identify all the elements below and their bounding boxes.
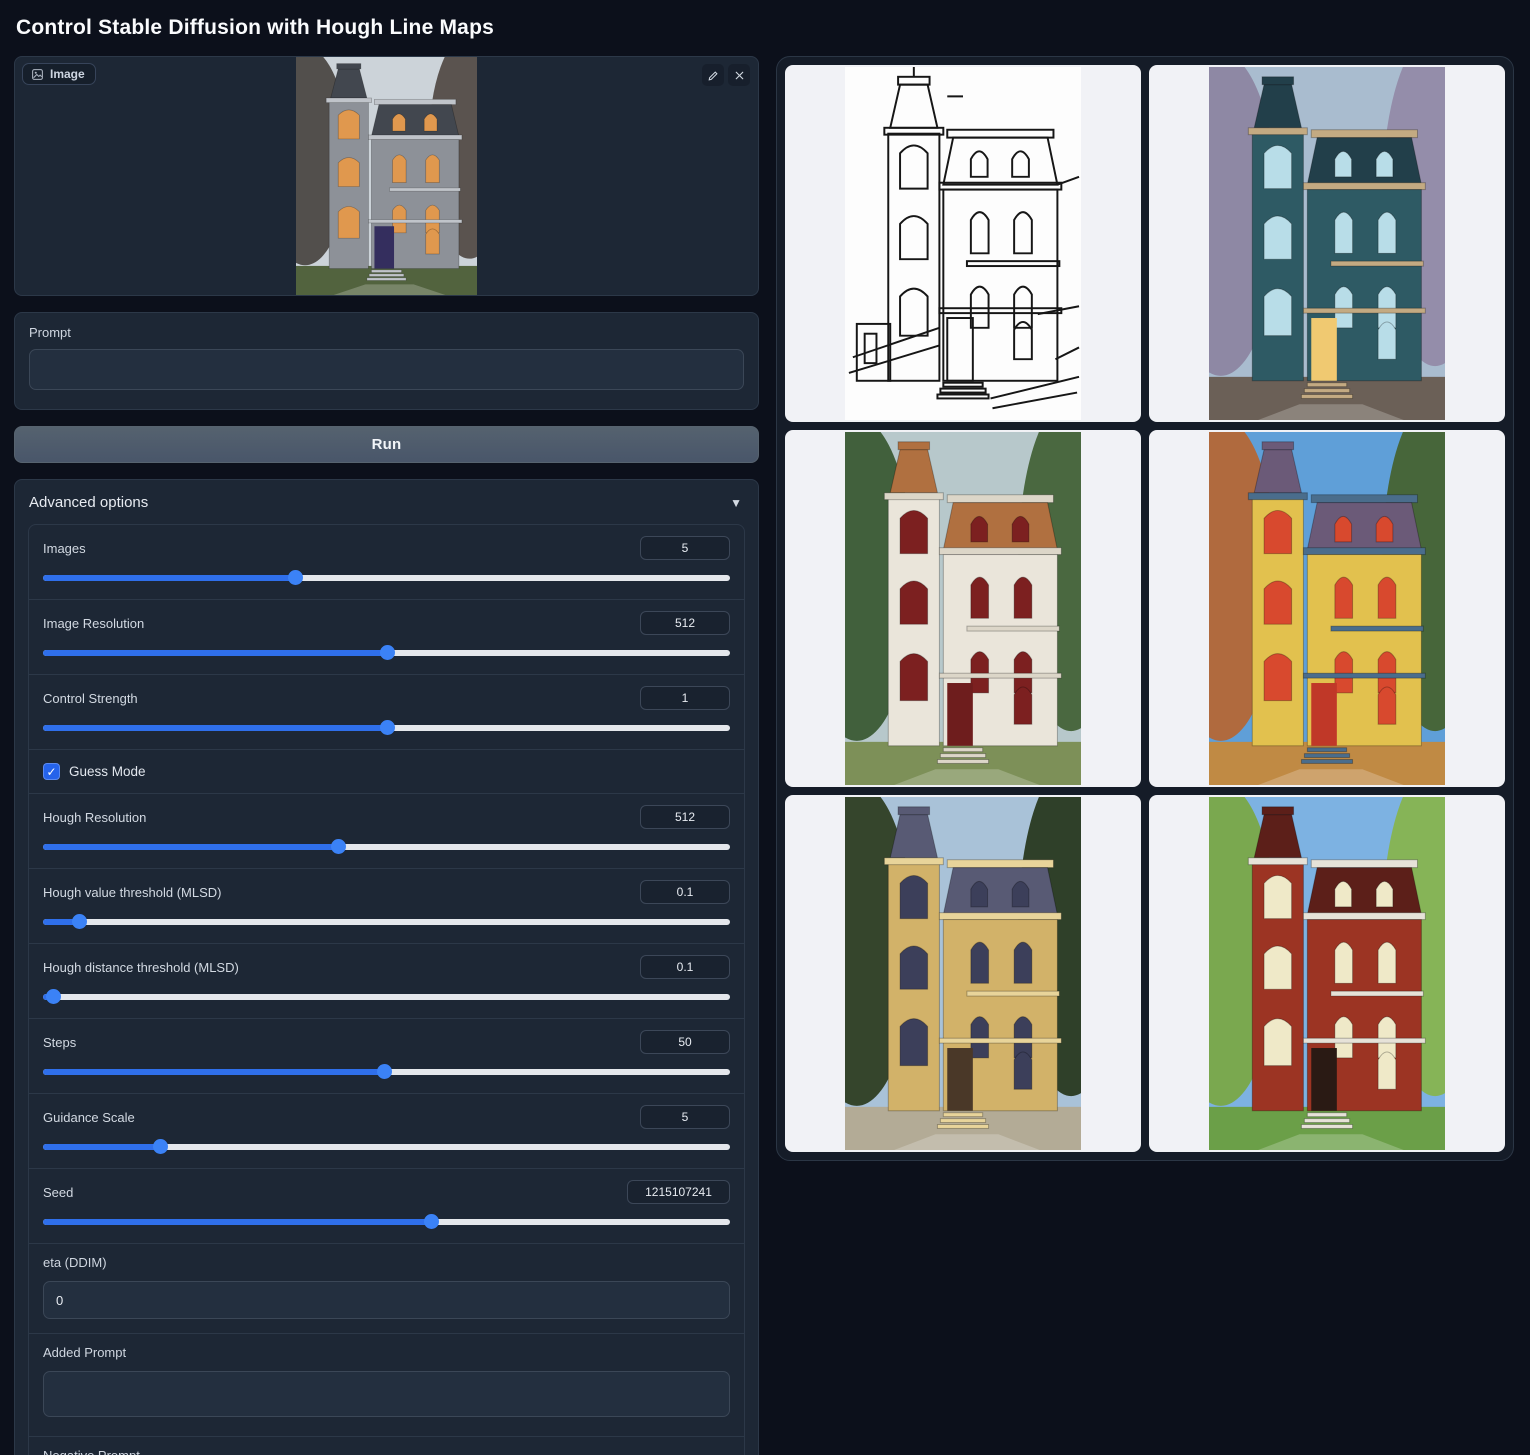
slider-fill	[43, 1219, 431, 1225]
page-title: Control Stable Diffusion with Hough Line…	[16, 16, 1516, 40]
hough-resolution-slider[interactable]	[43, 839, 730, 854]
gallery-item-generated-house-yellow[interactable]	[1149, 430, 1505, 787]
images-row: Images	[29, 525, 744, 600]
generated-house-teal-image	[1209, 67, 1445, 420]
slider-fill	[43, 650, 387, 656]
image-resolution-slider[interactable]	[43, 645, 730, 660]
main-columns: Image Prompt Run Adva	[14, 56, 1516, 1455]
slider-track[interactable]	[43, 919, 730, 925]
steps-slider[interactable]	[43, 1064, 730, 1079]
slider-fill	[43, 844, 338, 850]
guidance-scale-label: Guidance Scale	[43, 1110, 135, 1125]
advanced-options-header[interactable]: Advanced options ▼	[15, 480, 758, 524]
control-strength-value-input[interactable]	[640, 686, 730, 710]
slider-handle[interactable]	[380, 720, 395, 735]
guess-mode-checkbox[interactable]: ✓	[43, 763, 60, 780]
steps-label: Steps	[43, 1035, 76, 1050]
guidance-scale-value-input[interactable]	[640, 1105, 730, 1129]
run-button[interactable]: Run	[14, 426, 759, 463]
generated-house-white-image	[845, 432, 1081, 785]
hough-resolution-row: Hough Resolution	[29, 794, 744, 869]
guess-mode-row: ✓ Guess Mode	[29, 750, 744, 794]
images-slider[interactable]	[43, 570, 730, 585]
hough-value-threshold-mlsd-row: Hough value threshold (MLSD)	[29, 869, 744, 944]
guess-mode-label: Guess Mode	[69, 764, 146, 779]
prompt-label: Prompt	[29, 325, 744, 340]
control-strength-row: Control Strength	[29, 675, 744, 750]
steps-row: Steps	[29, 1019, 744, 1094]
slider-fill	[43, 1144, 160, 1150]
slider-track[interactable]	[43, 994, 730, 1000]
gallery-item-generated-house-white[interactable]	[785, 430, 1141, 787]
slider-handle[interactable]	[380, 645, 395, 660]
hough-distance-threshold-mlsd-value-input[interactable]	[640, 955, 730, 979]
images-value-input[interactable]	[640, 536, 730, 560]
control-strength-slider[interactable]	[43, 720, 730, 735]
steps-value-input[interactable]	[640, 1030, 730, 1054]
generated-house-gold-image	[845, 797, 1081, 1150]
controls-column: Image Prompt Run Adva	[14, 56, 759, 1455]
added-prompt-label: Added Prompt	[43, 1345, 730, 1360]
slider-fill	[43, 575, 295, 581]
hough-value-threshold-mlsd-value-input[interactable]	[640, 880, 730, 904]
negative-prompt-label: Negative Prompt	[43, 1448, 730, 1455]
generated-house-red-image	[1209, 797, 1445, 1150]
hough-resolution-label: Hough Resolution	[43, 810, 146, 825]
image-icon	[31, 68, 44, 81]
added-prompt-row: Added Prompt	[29, 1334, 744, 1437]
seed-value-input[interactable]	[627, 1180, 730, 1204]
image-resolution-value-input[interactable]	[640, 611, 730, 635]
hough-resolution-value-input[interactable]	[640, 805, 730, 829]
guidance-scale-row: Guidance Scale	[29, 1094, 744, 1169]
generated-house-yellow-image	[1209, 432, 1445, 785]
prompt-input[interactable]	[29, 349, 744, 390]
added-prompt-input[interactable]	[43, 1371, 730, 1417]
negative-prompt-row: Negative Prompt	[29, 1437, 744, 1455]
output-gallery	[776, 56, 1514, 1161]
image-resolution-row: Image Resolution	[29, 600, 744, 675]
hough-line-map-image	[845, 67, 1081, 420]
hough-distance-threshold-mlsd-label: Hough distance threshold (MLSD)	[43, 960, 239, 975]
input-image[interactable]	[296, 57, 477, 295]
clear-image-button[interactable]	[728, 64, 750, 86]
slider-fill	[43, 725, 387, 731]
hough-value-threshold-mlsd-slider[interactable]	[43, 914, 730, 929]
eta-ddim-label: eta (DDIM)	[43, 1255, 730, 1270]
slider-handle[interactable]	[288, 570, 303, 585]
gallery-item-hough-line-map[interactable]	[785, 65, 1141, 422]
advanced-options-title: Advanced options	[29, 494, 148, 511]
control-strength-label: Control Strength	[43, 691, 138, 706]
image-actions	[702, 64, 750, 86]
images-label: Images	[43, 541, 86, 556]
slider-handle[interactable]	[331, 839, 346, 854]
slider-handle[interactable]	[46, 989, 61, 1004]
image-label: Image	[50, 67, 85, 81]
app-root: Control Stable Diffusion with Hough Line…	[0, 0, 1530, 1455]
image-resolution-label: Image Resolution	[43, 616, 144, 631]
gallery-item-generated-house-gold[interactable]	[785, 795, 1141, 1152]
hough-distance-threshold-mlsd-slider[interactable]	[43, 989, 730, 1004]
slider-handle[interactable]	[377, 1064, 392, 1079]
eta-ddim-row: eta (DDIM)	[29, 1244, 744, 1334]
advanced-options-form: Images Image Resolution Control Strength ✓ G…	[28, 524, 745, 1455]
advanced-options-panel: Advanced options ▼ Images Image Resolutio…	[14, 479, 759, 1455]
slider-handle[interactable]	[424, 1214, 439, 1229]
image-label-badge: Image	[22, 63, 96, 85]
edit-image-button[interactable]	[702, 64, 724, 86]
slider-handle[interactable]	[153, 1139, 168, 1154]
gallery-item-generated-house-teal[interactable]	[1149, 65, 1505, 422]
gallery-item-generated-house-red[interactable]	[1149, 795, 1505, 1152]
eta-ddim-input[interactable]	[43, 1281, 730, 1319]
seed-label: Seed	[43, 1185, 73, 1200]
guidance-scale-slider[interactable]	[43, 1139, 730, 1154]
prompt-panel: Prompt	[14, 312, 759, 410]
hough-value-threshold-mlsd-label: Hough value threshold (MLSD)	[43, 885, 221, 900]
slider-handle[interactable]	[72, 914, 87, 929]
seed-row: Seed	[29, 1169, 744, 1244]
chevron-down-icon: ▼	[730, 496, 742, 510]
hough-distance-threshold-mlsd-row: Hough distance threshold (MLSD)	[29, 944, 744, 1019]
slider-fill	[43, 1069, 384, 1075]
seed-slider[interactable]	[43, 1214, 730, 1229]
image-input-panel: Image	[14, 56, 759, 296]
